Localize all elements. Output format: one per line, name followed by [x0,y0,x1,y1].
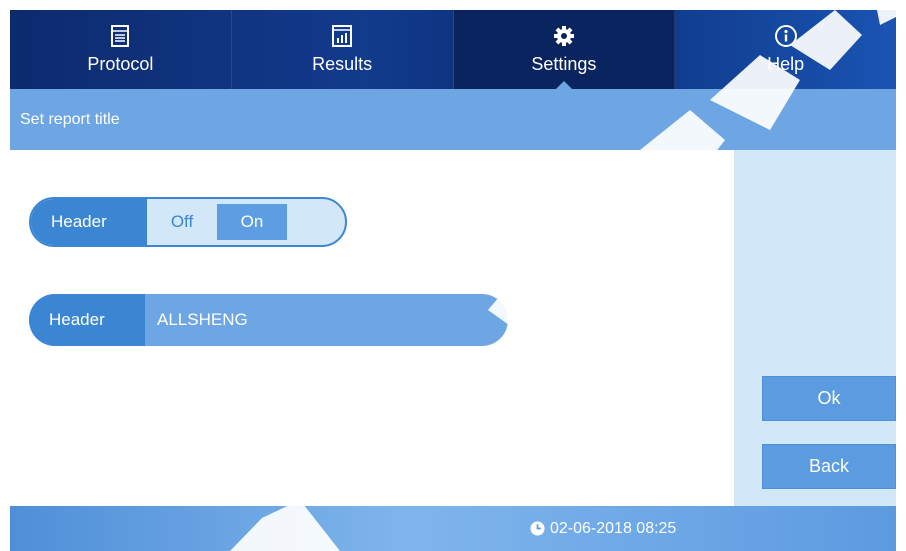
page-title-bar: Set report title [10,89,896,150]
info-icon [774,25,797,47]
header-text-label: Header [29,294,145,346]
results-chart-icon [332,25,353,47]
status-clock: 02-06-2018 08:25 [530,506,676,551]
header-toggle-label: Header [31,199,147,245]
tab-results-label: Results [312,54,373,74]
tab-help[interactable]: Help [675,10,896,89]
header-off-option[interactable]: Off [147,199,217,245]
back-button[interactable]: Back [762,444,896,489]
tab-protocol-label: Protocol [87,54,154,74]
status-datetime: 02-06-2018 08:25 [550,519,677,537]
protocol-icon [111,25,130,47]
status-bar: 02-06-2018 08:25 [10,506,896,551]
clock-icon [530,521,545,536]
tab-settings-label: Settings [531,54,597,74]
ok-button[interactable]: Ok [762,376,896,421]
tab-results[interactable]: Results [232,10,454,89]
header-on-option[interactable]: On [217,204,287,240]
tab-protocol[interactable]: Protocol [10,10,232,89]
header-text-input[interactable]: ALLSHENG [145,294,508,346]
header-toggle: Header Off On [29,197,347,247]
tab-settings[interactable]: Settings [453,10,676,89]
tab-help-label: Help [767,54,805,74]
gear-icon [553,26,574,46]
top-navigation: Protocol Results Settings Help [10,10,896,89]
header-text-field: Header ALLSHENG [29,294,508,346]
page-title: Set report title [20,110,120,128]
